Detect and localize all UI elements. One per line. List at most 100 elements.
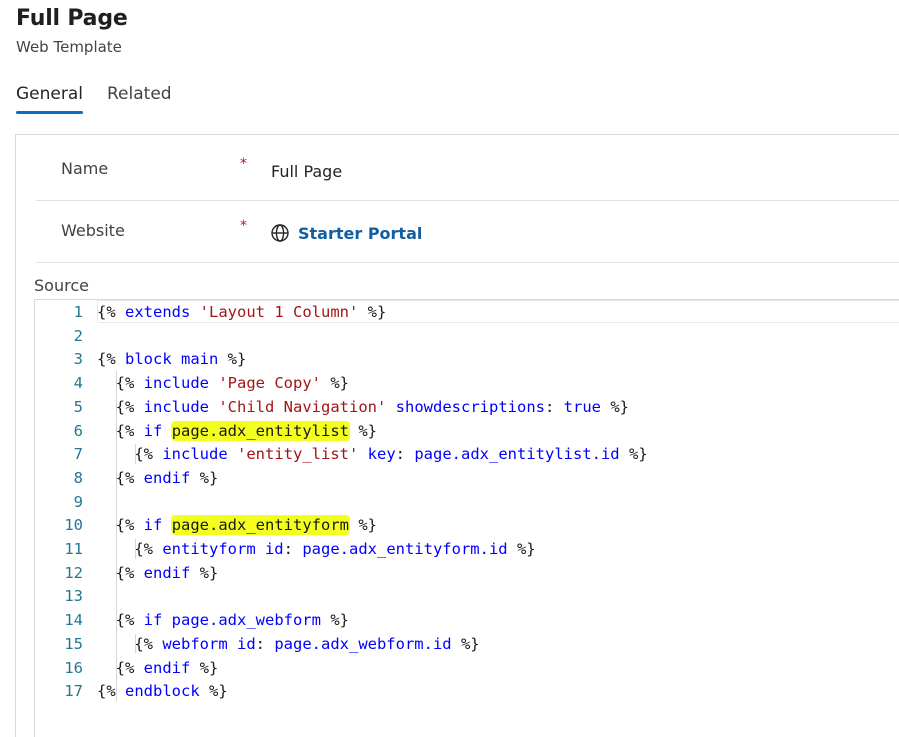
code-token: 'Page Copy' <box>218 374 321 393</box>
name-field-row: Name * Full Page <box>36 139 899 201</box>
code-token: {% <box>97 516 144 535</box>
code-token: block main <box>125 350 219 369</box>
website-value: Starter Portal <box>298 223 423 243</box>
line-number: 9 <box>73 492 83 511</box>
code-text: {% entityform id: page.adx_entityform.id… <box>97 537 536 561</box>
code-text: {% include 'entity_list' key: page.adx_e… <box>97 442 648 466</box>
code-token: : <box>283 540 303 558</box>
code-token: %} <box>190 658 219 677</box>
code-token: include <box>162 445 228 464</box>
line-number: 6 <box>73 421 83 440</box>
code-token: 'Layout 1 Column' <box>199 303 359 321</box>
code-token: page.adx_entityform.id <box>302 540 508 558</box>
code-token: if <box>143 421 163 440</box>
line-number: 7 <box>73 445 83 464</box>
code-text: {% extends 'Layout 1 Column' %} <box>97 300 386 324</box>
code-text: {% if page.adx_webform %} <box>97 608 349 632</box>
line-number: 12 <box>64 563 83 582</box>
code-token: {% <box>97 658 144 677</box>
code-text: {% include 'Child Navigation' showdescri… <box>97 395 629 419</box>
code-token: %} <box>321 374 349 393</box>
code-token: : <box>544 397 564 416</box>
code-token: %} <box>190 468 219 487</box>
line-number: 3 <box>73 350 83 369</box>
code-token: {% <box>97 445 163 464</box>
code-token: webform id <box>162 634 256 653</box>
code-token: endblock <box>125 682 200 701</box>
code-token: %} <box>507 540 536 558</box>
tab-general[interactable]: General <box>16 84 83 114</box>
code-text: {% block main %} <box>97 347 246 371</box>
code-token: {% <box>97 611 144 630</box>
code-token: %} <box>349 421 377 440</box>
code-token: {% <box>97 468 144 487</box>
code-token: {% <box>97 540 163 558</box>
code-token: include <box>143 397 209 416</box>
code-token: page.adx_entitylist.id <box>414 445 620 464</box>
code-token: if page.adx_webform <box>143 611 321 630</box>
code-token: %} <box>358 303 387 321</box>
line-number: 5 <box>73 397 83 416</box>
source-label: Source <box>34 276 89 295</box>
code-token: %} <box>218 350 247 369</box>
code-token: include <box>143 374 209 393</box>
name-label: Name <box>61 159 109 178</box>
code-token: %} <box>619 445 648 464</box>
website-label: Website <box>61 221 125 240</box>
website-lookup-link[interactable]: Starter Portal <box>270 223 422 243</box>
form-panel: Name * Full Page Website * Starter Porta… <box>15 134 899 737</box>
code-token: entityform id <box>162 540 284 558</box>
website-field-row: Website * Starter Portal <box>36 201 899 263</box>
code-text: {% webform id: page.adx_webform.id %} <box>97 632 480 656</box>
tab-related[interactable]: Related <box>107 84 172 114</box>
indent-guide <box>116 371 117 701</box>
page-subtitle: Web Template <box>16 38 122 56</box>
code-token: extends <box>125 303 191 321</box>
code-token: true <box>563 397 601 416</box>
code-token: {% <box>97 682 125 701</box>
line-number: 15 <box>64 634 83 653</box>
highlighted-token: page.adx_entitylist <box>171 421 349 440</box>
code-token: 'Child Navigation' <box>218 397 387 416</box>
code-token: {% <box>97 303 125 321</box>
line-number: 2 <box>73 326 83 345</box>
line-number: 11 <box>64 540 83 558</box>
page-title: Full Page <box>16 6 128 31</box>
code-token: endif <box>143 468 191 487</box>
code-token: {% <box>97 374 144 393</box>
code-token: %} <box>451 634 480 653</box>
code-token: : <box>255 634 275 653</box>
name-field[interactable]: Full Page <box>271 162 342 181</box>
code-token: key <box>367 445 396 464</box>
code-text: {% if page.adx_entitylist %} <box>97 419 377 443</box>
line-number: 14 <box>64 611 83 630</box>
code-token: %} <box>190 563 219 582</box>
line-number: 16 <box>64 658 83 677</box>
required-indicator: * <box>240 218 247 234</box>
line-number: 8 <box>73 468 83 487</box>
code-token: : <box>395 445 415 464</box>
code-token: {% <box>97 421 144 440</box>
line-number: 4 <box>73 374 83 393</box>
globe-icon <box>271 224 289 242</box>
code-token: 'entity_list' <box>237 445 359 464</box>
code-token: {% <box>97 563 144 582</box>
indent-guide <box>135 633 136 654</box>
code-token: {% <box>97 397 144 416</box>
code-token: showdescriptions <box>395 397 545 416</box>
code-text: {% include 'Page Copy' %} <box>97 371 349 395</box>
indent-guide <box>135 444 136 464</box>
code-token: if <box>143 516 163 535</box>
code-text: {% if page.adx_entityform %} <box>97 513 377 537</box>
code-editor[interactable]: 1 {% extends 'Layout 1 Column' %} 2 3 {% blo… <box>34 299 899 737</box>
line-number: 10 <box>64 516 83 535</box>
line-number: 13 <box>64 587 83 606</box>
